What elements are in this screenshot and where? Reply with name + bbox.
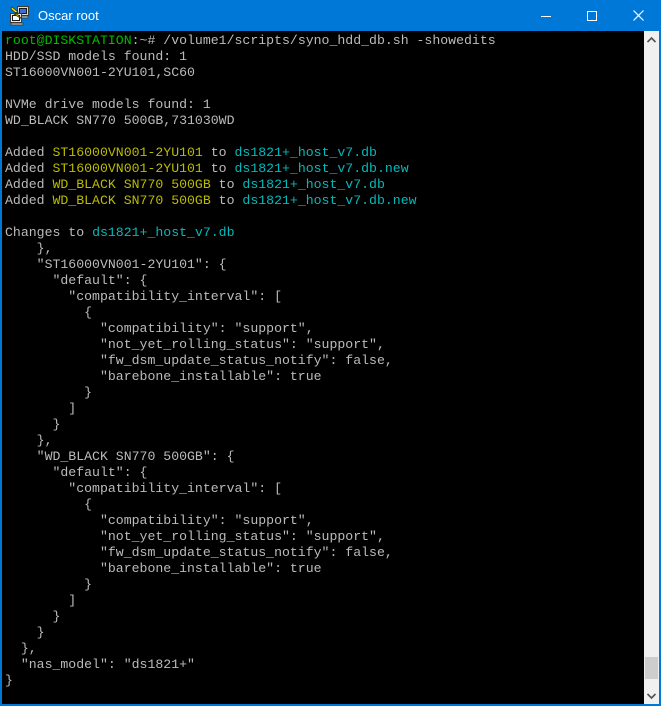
caption-buttons xyxy=(523,0,661,31)
scroll-up-button[interactable] xyxy=(644,31,659,48)
terminal-line: WD_BLACK SN770 500GB,731030WD xyxy=(5,113,644,129)
terminal-line: }, xyxy=(5,241,644,257)
terminal-line: HDD/SSD models found: 1 xyxy=(5,49,644,65)
close-button[interactable] xyxy=(615,0,661,31)
terminal-line: "default": { xyxy=(5,273,644,289)
terminal-line: ST16000VN001-2YU101,SC60 xyxy=(5,65,644,81)
terminal-line: NVMe drive models found: 1 xyxy=(5,97,644,113)
terminal-line xyxy=(5,81,644,97)
scrollbar-thumb[interactable] xyxy=(645,657,658,679)
terminal-line: "fw_dsm_update_status_notify": false, xyxy=(5,353,644,369)
terminal-line xyxy=(5,129,644,145)
terminal-line: "WD_BLACK SN770 500GB": { xyxy=(5,449,644,465)
scrollbar[interactable] xyxy=(644,31,659,704)
terminal-line: Added ST16000VN001-2YU101 to ds1821+_hos… xyxy=(5,145,644,161)
titlebar[interactable]: Oscar root xyxy=(0,0,661,31)
terminal-line: "fw_dsm_update_status_notify": false, xyxy=(5,545,644,561)
terminal-line: ] xyxy=(5,593,644,609)
terminal-line: { xyxy=(5,497,644,513)
putty-icon xyxy=(9,5,30,26)
chevron-down-icon xyxy=(647,693,656,699)
maximize-button[interactable] xyxy=(569,0,615,31)
terminal-line: "not_yet_rolling_status": "support", xyxy=(5,529,644,545)
terminal-line: "compatibility_interval": [ xyxy=(5,289,644,305)
terminal-line: Changes to ds1821+_host_v7.db xyxy=(5,225,644,241)
terminal-line: } xyxy=(5,577,644,593)
terminal-line: { xyxy=(5,305,644,321)
terminal-line: } xyxy=(5,673,644,689)
terminal-screen[interactable]: root@DISKSTATION:~# /volume1/scripts/syn… xyxy=(2,31,644,704)
terminal-line: "barebone_installable": true xyxy=(5,561,644,577)
terminal-line: Added ST16000VN001-2YU101 to ds1821+_hos… xyxy=(5,161,644,177)
terminal-line: Added WD_BLACK SN770 500GB to ds1821+_ho… xyxy=(5,177,644,193)
terminal-line: } xyxy=(5,625,644,641)
close-icon xyxy=(633,10,644,21)
terminal-line: "compatibility": "support", xyxy=(5,321,644,337)
terminal-line: "ST16000VN001-2YU101": { xyxy=(5,257,644,273)
terminal-line: "compatibility_interval": [ xyxy=(5,481,644,497)
terminal-line: Added WD_BLACK SN770 500GB to ds1821+_ho… xyxy=(5,193,644,209)
putty-window: Oscar root root@DISKSTATION:~# /volume1/ xyxy=(0,0,661,706)
terminal-line: "nas_model": "ds1821+" xyxy=(5,657,644,673)
window-title: Oscar root xyxy=(38,8,99,23)
terminal-line: ] xyxy=(5,401,644,417)
terminal-line: root@DISKSTATION:~# /volume1/scripts/syn… xyxy=(5,33,644,49)
terminal-line: } xyxy=(5,609,644,625)
terminal-line: }, xyxy=(5,433,644,449)
terminal-line: }, xyxy=(5,641,644,657)
terminal-line: } xyxy=(5,385,644,401)
terminal-line: "compatibility": "support", xyxy=(5,513,644,529)
terminal-line: "barebone_installable": true xyxy=(5,369,644,385)
minimize-icon xyxy=(541,11,551,21)
terminal-line: "default": { xyxy=(5,465,644,481)
terminal-line: } xyxy=(5,417,644,433)
scroll-down-button[interactable] xyxy=(644,687,659,704)
terminal-line: "not_yet_rolling_status": "support", xyxy=(5,337,644,353)
minimize-button[interactable] xyxy=(523,0,569,31)
maximize-icon xyxy=(587,11,597,21)
chevron-up-icon xyxy=(647,37,656,43)
terminal-line xyxy=(5,209,644,225)
